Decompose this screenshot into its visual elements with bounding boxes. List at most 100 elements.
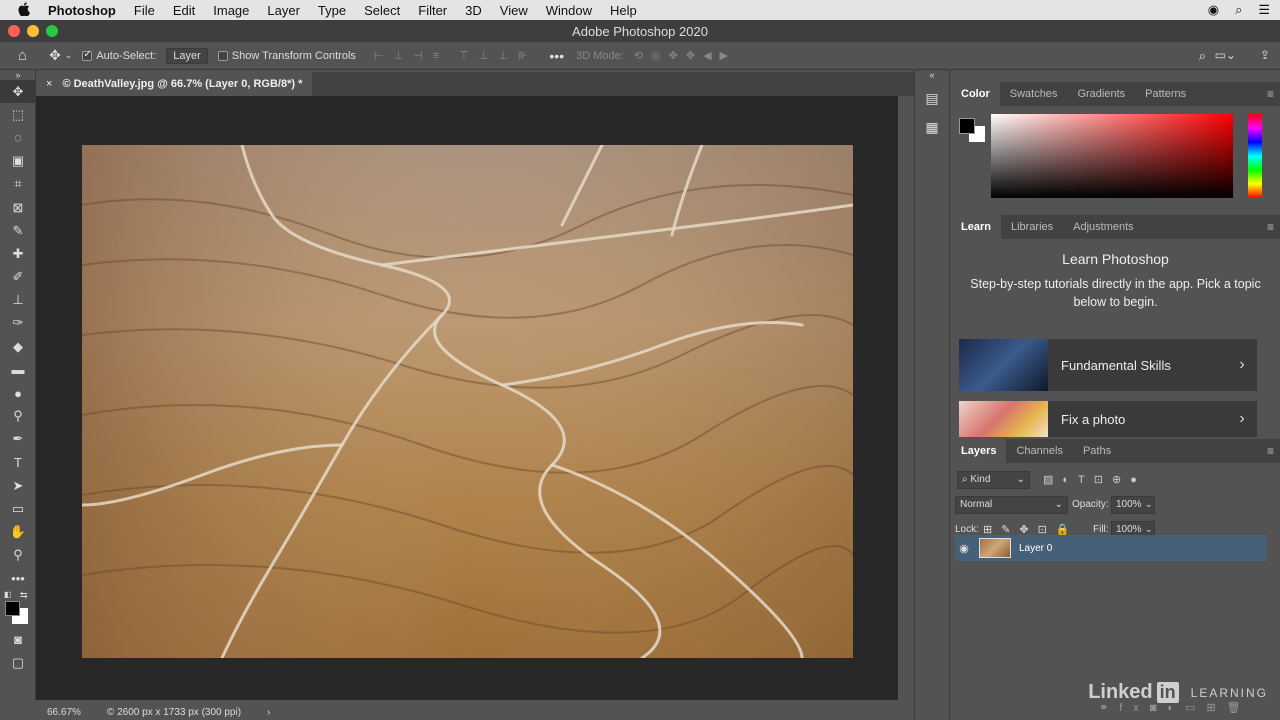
menu-app-name[interactable]: Photoshop: [48, 3, 116, 18]
status-menu-arrow[interactable]: ›: [267, 707, 270, 718]
blur-tool-icon[interactable]: ●: [0, 381, 36, 404]
spotlight-search-icon[interactable]: ⌕: [1235, 2, 1242, 18]
zoom-window-button[interactable]: [46, 25, 58, 37]
notification-center-icon[interactable]: ☰: [1258, 2, 1270, 18]
menu-file[interactable]: File: [134, 3, 155, 18]
tab-adjustments[interactable]: Adjustments: [1063, 215, 1144, 239]
collapse-dock-icon[interactable]: «: [915, 70, 949, 80]
type-tool-icon[interactable]: T: [0, 451, 36, 474]
zoom-tool-icon[interactable]: ⚲: [0, 544, 36, 567]
home-icon[interactable]: ⌂: [18, 47, 27, 64]
default-colors-icon[interactable]: ◧: [4, 590, 12, 599]
transform-controls-group[interactable]: Show Transform Controls: [217, 50, 356, 62]
healing-brush-tool-icon[interactable]: ✚: [0, 242, 36, 265]
gradient-tool-icon[interactable]: ▬: [0, 358, 36, 381]
search-icon[interactable]: ⌕: [1199, 48, 1206, 64]
dodge-tool-icon[interactable]: ⚲: [0, 405, 36, 428]
menu-select[interactable]: Select: [364, 3, 400, 18]
tab-paths[interactable]: Paths: [1073, 439, 1121, 463]
menu-filter[interactable]: Filter: [418, 3, 447, 18]
auto-select-dropdown[interactable]: Layer: [166, 47, 208, 64]
frame-tool-icon[interactable]: ⊠: [0, 196, 36, 219]
creative-cloud-icon[interactable]: ◉: [1208, 2, 1219, 18]
menu-3d[interactable]: 3D: [465, 3, 482, 18]
zoom-level[interactable]: 66.67%: [47, 707, 81, 718]
fill-chevron-icon[interactable]: ⌄: [1145, 524, 1153, 535]
share-icon[interactable]: ⇪: [1260, 48, 1270, 62]
quick-mask-icon[interactable]: ◙: [0, 628, 36, 651]
workspace-icon[interactable]: ▭⌄: [1215, 48, 1236, 62]
learn-panel-menu-icon[interactable]: ≡: [1267, 220, 1274, 234]
brush-tool-icon[interactable]: ✐: [0, 266, 36, 289]
menu-edit[interactable]: Edit: [173, 3, 195, 18]
tab-layers[interactable]: Layers: [951, 439, 1007, 463]
blend-mode-dropdown[interactable]: Normal ⌄: [955, 496, 1068, 514]
layer-filter-dropdown[interactable]: ⌕ Kind ⌄: [957, 471, 1030, 489]
layer-row[interactable]: ◉ Layer 0: [955, 535, 1266, 561]
document-tab[interactable]: × © DeathValley.jpg @ 66.7% (Layer 0, RG…: [36, 72, 313, 96]
crop-tool-icon[interactable]: ⌗: [0, 173, 36, 196]
tab-swatches[interactable]: Swatches: [1000, 82, 1068, 106]
opacity-chevron-icon[interactable]: ⌄: [1145, 499, 1153, 510]
close-tab-icon[interactable]: ×: [46, 78, 52, 90]
learn-card-fix-a-photo[interactable]: Fix a photo ›: [959, 401, 1257, 437]
canvas-vertical-scrollbar[interactable]: [898, 96, 914, 700]
tab-libraries[interactable]: Libraries: [1001, 215, 1063, 239]
clone-stamp-tool-icon[interactable]: ⊥: [0, 289, 36, 312]
layers-panel: Layers Channels Paths ≡ ⌕ Kind ⌄ ▨◐T⊡⊕● …: [951, 439, 1280, 720]
document-image[interactable]: [82, 145, 853, 658]
tab-channels[interactable]: Channels: [1006, 439, 1072, 463]
close-window-button[interactable]: [8, 25, 20, 37]
rectangle-tool-icon[interactable]: ▭: [0, 497, 36, 520]
minimize-window-button[interactable]: [27, 25, 39, 37]
eyedropper-tool-icon[interactable]: ✎: [0, 219, 36, 242]
watermark-in: in: [1156, 682, 1179, 703]
layer-filter-kind: Kind: [970, 474, 991, 485]
tab-color[interactable]: Color: [951, 82, 1000, 106]
layer-name[interactable]: Layer 0: [1019, 543, 1052, 554]
distribute-icons[interactable]: ⊤⊥⊥⊪: [459, 49, 537, 62]
menu-type[interactable]: Type: [318, 3, 346, 18]
foreground-color-swatch[interactable]: [5, 601, 20, 617]
hand-tool-icon[interactable]: ✋: [0, 521, 36, 544]
auto-select-checkbox[interactable]: [82, 49, 93, 61]
path-selection-tool-icon[interactable]: ➤: [0, 474, 36, 497]
tab-learn[interactable]: Learn: [951, 215, 1001, 239]
collapse-toolbar-icon[interactable]: »: [0, 70, 36, 80]
history-brush-tool-icon[interactable]: ✑: [0, 312, 36, 335]
apple-icon[interactable]: [0, 1, 48, 19]
menu-layer[interactable]: Layer: [267, 3, 300, 18]
align-icons[interactable]: ⊢⊥⊣≡: [374, 49, 449, 62]
menu-image[interactable]: Image: [213, 3, 249, 18]
pen-tool-icon[interactable]: ✒: [0, 428, 36, 451]
edit-toolbar-icon[interactable]: •••: [0, 567, 36, 590]
marquee-tool-icon[interactable]: ⬚: [0, 103, 36, 126]
swap-colors-icon[interactable]: ⇆: [20, 590, 28, 601]
menu-view[interactable]: View: [500, 3, 528, 18]
transform-controls-checkbox[interactable]: [217, 50, 228, 61]
properties-panel-icon[interactable]: ▦: [915, 119, 949, 136]
tab-gradients[interactable]: Gradients: [1067, 82, 1135, 106]
color-panel-foreground-swatch[interactable]: [959, 118, 975, 134]
eye-visibility-icon[interactable]: ◉: [955, 542, 973, 555]
lasso-tool-icon[interactable]: ◌: [0, 126, 36, 149]
more-options-icon[interactable]: •••: [549, 48, 564, 64]
history-panel-icon[interactable]: ▤: [915, 90, 949, 107]
move-tool-icon[interactable]: ✥: [0, 80, 36, 104]
tab-patterns[interactable]: Patterns: [1135, 82, 1196, 106]
object-select-tool-icon[interactable]: ▣: [0, 150, 36, 173]
move-tool-preset-icon[interactable]: ✥ ⌄: [49, 47, 72, 64]
layers-panel-menu-icon[interactable]: ≡: [1267, 444, 1274, 458]
color-panel-menu-icon[interactable]: ≡: [1267, 87, 1274, 101]
menu-help[interactable]: Help: [610, 3, 637, 18]
eraser-tool-icon[interactable]: ◆: [0, 335, 36, 358]
screen-mode-icon[interactable]: ▢: [0, 651, 36, 674]
3d-mode-icons[interactable]: ⟲◎✥✥◀▶: [634, 49, 736, 62]
document-tab-label: © DeathValley.jpg @ 66.7% (Layer 0, RGB/…: [62, 78, 303, 90]
hue-slider[interactable]: [1248, 114, 1262, 198]
menu-window[interactable]: Window: [546, 3, 592, 18]
auto-select-checkbox-group[interactable]: Auto-Select:: [82, 49, 156, 62]
layer-filter-icons[interactable]: ▨◐T⊡⊕●: [1043, 473, 1146, 486]
learn-card-fundamental-skills[interactable]: Fundamental Skills ›: [959, 339, 1257, 391]
color-field[interactable]: [991, 114, 1233, 198]
